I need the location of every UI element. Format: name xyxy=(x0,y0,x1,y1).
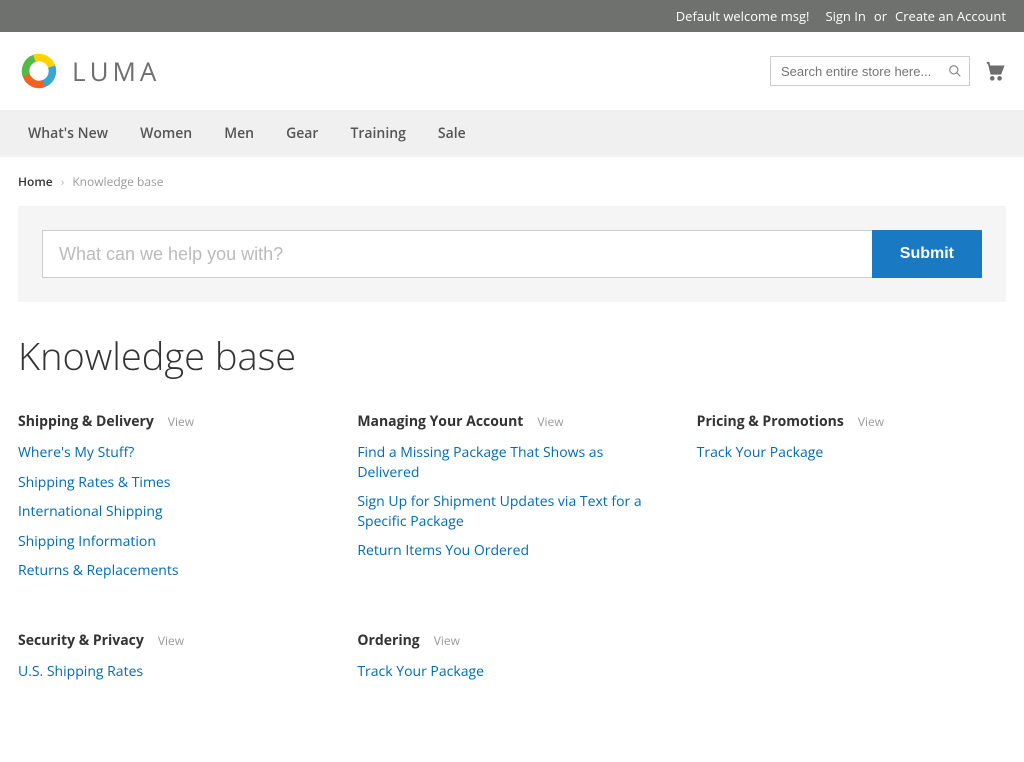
search-input[interactable] xyxy=(770,56,970,86)
nav-item-men[interactable]: Men xyxy=(208,110,270,157)
kb-category-title: Ordering xyxy=(357,631,419,650)
nav-item-women[interactable]: Women xyxy=(124,110,208,157)
nav-item-gear[interactable]: Gear xyxy=(270,110,334,157)
logo[interactable]: LUMA xyxy=(18,50,160,92)
create-account-link[interactable]: Create an Account xyxy=(895,7,1006,25)
kb-category-title: Pricing & Promotions xyxy=(697,412,844,431)
main-nav: What's NewWomenMenGearTrainingSale xyxy=(0,110,1024,157)
kb-category: Managing Your Account View Find a Missing … xyxy=(357,412,666,591)
kb-categories: Shipping & Delivery View Where's My Stuff?… xyxy=(0,412,1024,762)
or-text: or xyxy=(874,7,887,25)
kb-category: Shipping & Delivery View Where's My Stuff?… xyxy=(18,412,327,591)
kb-article-link[interactable]: International Shipping xyxy=(18,502,327,522)
kb-category: Security & Privacy View U.S. Shipping Rate… xyxy=(18,631,327,692)
kb-article-link[interactable]: Track Your Package xyxy=(697,443,1006,463)
cart-icon[interactable] xyxy=(984,60,1006,82)
top-bar: Default welcome msg! Sign In or Create a… xyxy=(0,0,1024,32)
kb-category: Ordering View Track Your Package xyxy=(357,631,666,692)
kb-article-link[interactable]: Track Your Package xyxy=(357,662,666,682)
kb-category-view-link[interactable]: View xyxy=(158,632,184,649)
kb-search-input[interactable] xyxy=(42,230,872,278)
nav-item-sale[interactable]: Sale xyxy=(422,110,482,157)
kb-article-link[interactable]: Return Items You Ordered xyxy=(357,541,666,561)
breadcrumb: Home › Knowledge base xyxy=(0,157,1024,206)
nav-item-what-s-new[interactable]: What's New xyxy=(12,110,124,157)
kb-article-link[interactable]: U.S. Shipping Rates xyxy=(18,662,327,682)
kb-article-link[interactable]: Shipping Information xyxy=(18,532,327,552)
kb-submit-button[interactable]: Submit xyxy=(872,230,982,278)
kb-category-view-link[interactable]: View xyxy=(434,632,460,649)
kb-category-view-link[interactable]: View xyxy=(168,413,194,430)
luma-logo-icon xyxy=(18,50,60,92)
sign-in-link[interactable]: Sign In xyxy=(825,7,865,25)
welcome-text: Default welcome msg! xyxy=(676,7,810,25)
kb-article-link[interactable]: Sign Up for Shipment Updates via Text fo… xyxy=(357,492,666,531)
breadcrumb-home[interactable]: Home xyxy=(18,173,53,190)
kb-category-title: Security & Privacy xyxy=(18,631,144,650)
kb-category-title: Shipping & Delivery xyxy=(18,412,154,431)
kb-category-title: Managing Your Account xyxy=(357,412,523,431)
kb-search-panel: Submit xyxy=(18,206,1006,302)
logo-word: LUMA xyxy=(72,53,160,89)
search-icon[interactable] xyxy=(948,64,962,78)
breadcrumb-current: Knowledge base xyxy=(72,173,163,190)
site-search xyxy=(770,56,970,86)
kb-category-view-link[interactable]: View xyxy=(537,413,563,430)
kb-article-link[interactable]: Returns & Replacements xyxy=(18,561,327,581)
kb-article-link[interactable]: Where's My Stuff? xyxy=(18,443,327,463)
chevron-right-icon: › xyxy=(61,173,65,190)
header: LUMA xyxy=(0,32,1024,110)
kb-article-link[interactable]: Shipping Rates & Times xyxy=(18,473,327,493)
nav-item-training[interactable]: Training xyxy=(334,110,421,157)
kb-category: Pricing & Promotions View Track Your Packa… xyxy=(697,412,1006,591)
kb-article-link[interactable]: Find a Missing Package That Shows as Del… xyxy=(357,443,666,482)
page-title: Knowledge base xyxy=(18,330,1006,382)
kb-category-view-link[interactable]: View xyxy=(858,413,884,430)
